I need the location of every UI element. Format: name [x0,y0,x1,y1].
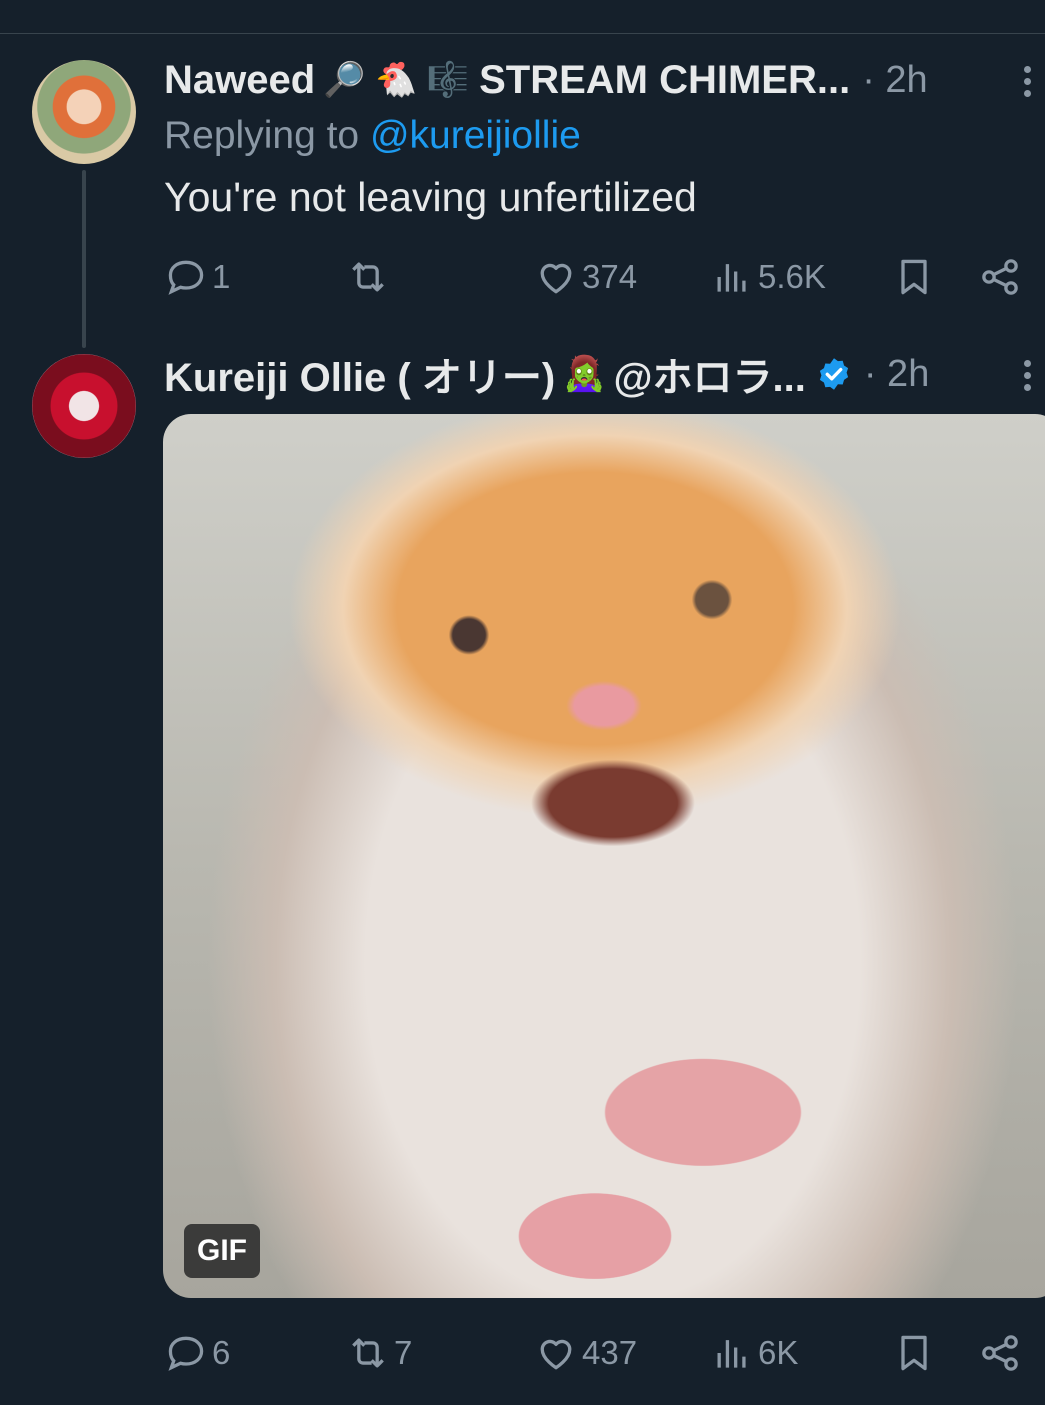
replying-to: Replying to @kureijiollie [164,114,581,158]
author-name-suffix[interactable]: STREAM CHIMER... [479,58,850,103]
bookmark-button[interactable] [892,1328,936,1378]
tweet2-header: Kureiji Ollie ( オリー) 🧟‍♀️ @ホロラ... · 2h [164,351,929,401]
timestamp[interactable]: · 2h [864,353,929,396]
views-icon [717,264,746,292]
tweet-text: You're not leaving unfertilized [164,174,697,220]
views-button[interactable]: 5.6K [710,252,826,302]
author-emoji: 🧟‍♀️ [563,355,606,393]
share-button[interactable] [978,1328,1022,1378]
share-button[interactable] [978,252,1022,302]
verified-icon [819,358,848,390]
bookmark-button[interactable] [892,252,936,302]
retweet-icon [352,262,384,292]
bookmark-icon [901,259,927,295]
reply-button[interactable]: 1 [164,252,230,302]
more-icon[interactable] [1020,356,1034,396]
author-name[interactable]: Naweed [164,58,315,103]
bookmark-icon [901,1335,927,1371]
reply-icon [168,260,204,295]
views-icon [717,1340,746,1368]
thread-connector [82,170,86,348]
reply-icon [168,1336,204,1371]
like-icon [540,263,572,294]
replying-to-label: Replying to [164,114,360,157]
retweet-button[interactable] [346,252,394,302]
like-count: 374 [582,258,638,295]
share-icon [982,1335,1018,1371]
like-button[interactable]: 437 [534,1328,637,1378]
timestamp[interactable]: · 2h [862,59,927,102]
views-count: 6K [758,1334,799,1371]
gif-media[interactable]: GIF [163,414,1045,1298]
tweet1-header: Naweed 🔎 🐔 🎼 STREAM CHIMER... · 2h [164,57,928,103]
top-divider [0,33,1045,34]
like-button[interactable]: 374 [534,252,637,302]
like-icon [540,1339,572,1370]
author-handle[interactable]: @ホロラ... [614,345,806,403]
gif-badge: GIF [184,1224,260,1278]
author-name[interactable]: Kureiji Ollie ( オリー) [164,345,555,403]
tweet1-actions: 1 374 5.6K [164,252,1024,302]
avatar-naweed[interactable] [32,60,136,164]
retweet-count: 7 [394,1334,413,1371]
reply-count: 1 [212,258,231,295]
author-emojis: 🔎 🐔 🎼 [323,61,470,99]
views-count: 5.6K [758,258,826,295]
views-button[interactable]: 6K [710,1328,798,1378]
retweet-button[interactable]: 7 [346,1328,412,1378]
tweet2-actions: 6 7 437 6K [164,1328,1024,1378]
reply-button[interactable]: 6 [164,1328,230,1378]
like-count: 437 [582,1334,638,1371]
retweet-icon [352,1338,384,1368]
share-icon [982,259,1018,295]
avatar-kureiji-ollie[interactable] [32,354,136,458]
reply-handle-link[interactable]: @kureijiollie [370,114,581,157]
more-icon[interactable] [1020,62,1034,102]
reply-count: 6 [212,1334,231,1371]
